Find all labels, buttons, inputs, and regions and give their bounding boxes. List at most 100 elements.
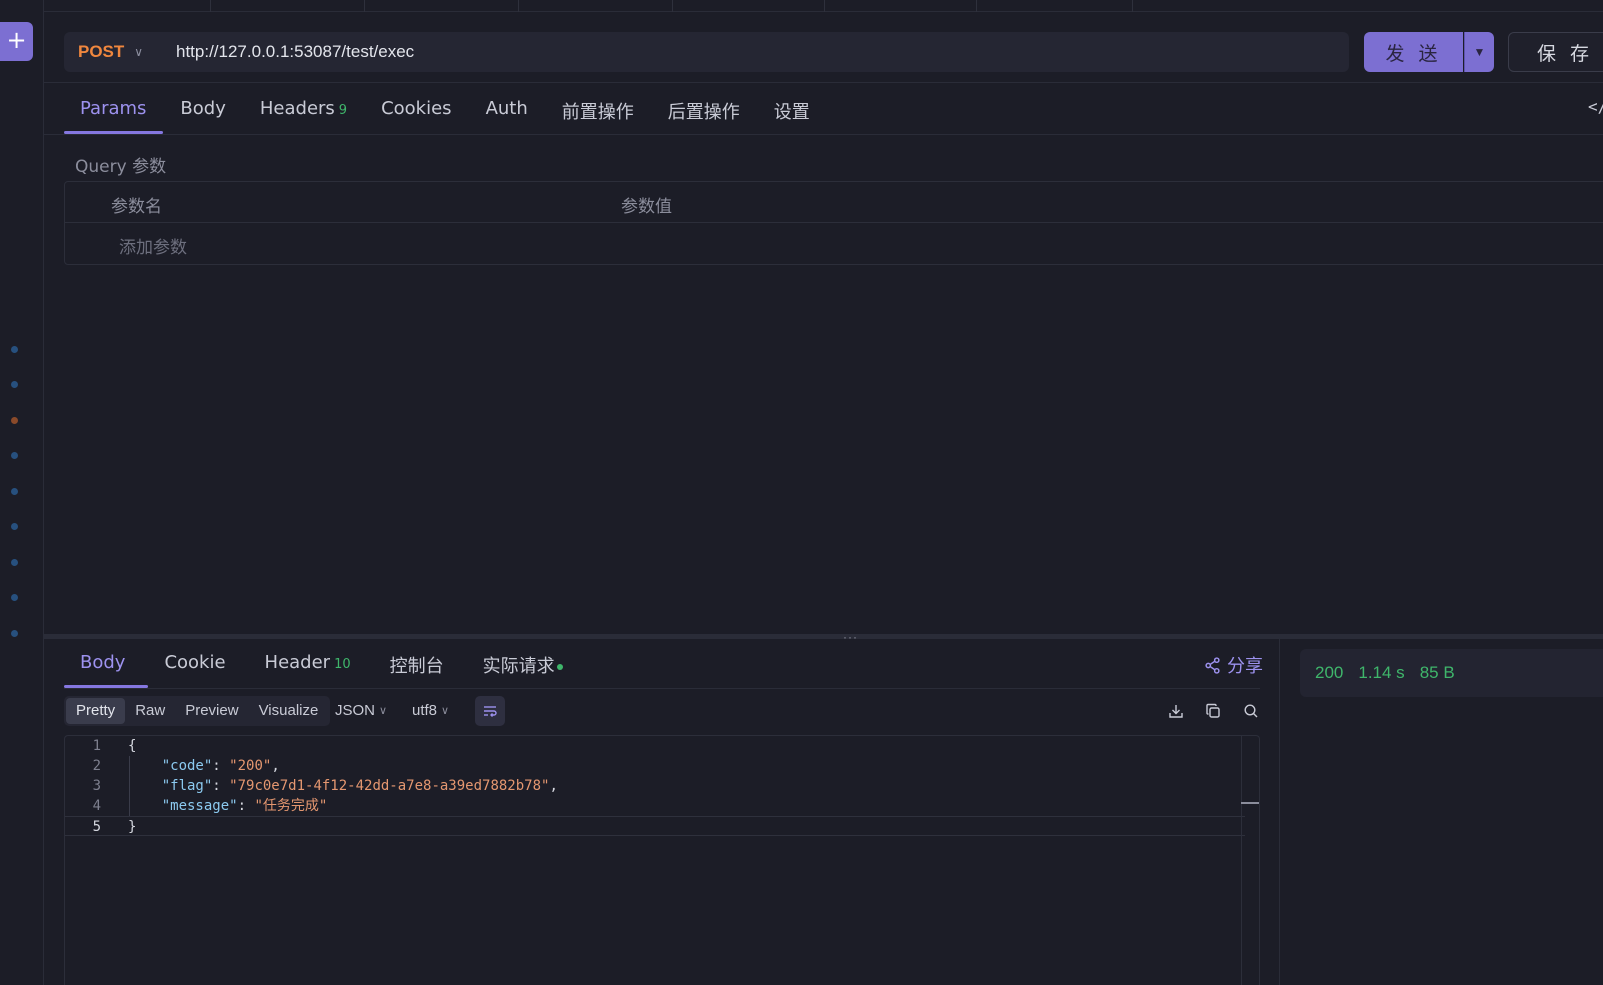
code-text: {	[128, 738, 137, 754]
tab-separator	[824, 0, 825, 12]
format-mode-group: Pretty Raw Preview Visualize	[64, 696, 331, 726]
code-line: 1 {	[65, 736, 1245, 756]
tab-post-ops[interactable]: 后置操作	[651, 92, 757, 134]
search-icon[interactable]	[1240, 700, 1262, 722]
add-plus-icon[interactable]: +	[0, 22, 33, 61]
json-key: "message"	[161, 798, 238, 814]
code-line: 3 "flag": "79c0e7d1-4f12-42dd-a7e8-a39ed…	[65, 776, 1245, 796]
tab-label: Body	[80, 652, 126, 673]
tab-actual-request[interactable]: 实际请求	[467, 646, 586, 688]
response-body-viewer[interactable]: 1 { 2 "code": "200", 3 "flag": "79c0e7d1…	[64, 735, 1260, 985]
tab-label: 实际请求	[482, 656, 555, 677]
json-value: "200"	[229, 758, 272, 774]
word-wrap-icon	[484, 706, 497, 717]
json-value: "任务完成"	[254, 798, 328, 814]
save-button[interactable]: 保 存	[1508, 32, 1603, 72]
format-preview-button[interactable]: Preview	[175, 698, 248, 724]
tab-separator	[364, 0, 365, 12]
tab-label: Cookie	[164, 652, 226, 673]
rail-dot-icon[interactable]	[11, 452, 18, 459]
rail-dot-icon[interactable]	[11, 630, 18, 637]
tab-response-header[interactable]: Header 10	[249, 646, 374, 688]
left-rail: +	[0, 0, 44, 985]
drag-handle-icon[interactable]: ···	[843, 630, 858, 644]
tab-label: 后置操作	[667, 102, 740, 123]
url-bar: POST ∨ http://127.0.0.1:53087/test/exec	[64, 32, 1349, 72]
download-icon[interactable]	[1165, 700, 1187, 722]
method-label: POST	[78, 42, 125, 61]
tab-response-cookie[interactable]: Cookie	[148, 646, 248, 688]
tab-settings[interactable]: 设置	[757, 92, 827, 134]
divider	[1279, 639, 1280, 985]
share-button[interactable]: 分享	[1204, 652, 1263, 678]
code-line: 4 "message": "任务完成"	[65, 796, 1245, 816]
share-icon	[1205, 656, 1220, 674]
response-size: 85 B	[1419, 663, 1455, 682]
response-tabs: Body Cookie Header 10 控制台 实际请求	[64, 646, 586, 688]
rail-dot-icon[interactable]	[11, 417, 18, 424]
tab-pre-ops[interactable]: 前置操作	[545, 92, 651, 134]
json-comma: ,	[549, 778, 558, 794]
tab-console[interactable]: 控制台	[374, 646, 467, 688]
word-wrap-button[interactable]	[475, 696, 505, 726]
param-value-header: 参数值	[621, 197, 672, 217]
query-params-title: Query 参数	[75, 157, 167, 177]
json-key: "flag"	[161, 778, 213, 794]
chevron-down-icon: ∨	[134, 45, 144, 59]
format-pretty-button[interactable]: Pretty	[66, 698, 126, 724]
status-code: 200	[1315, 663, 1344, 682]
line-number: 2	[92, 758, 101, 774]
format-visualize-button[interactable]: Visualize	[249, 698, 329, 724]
share-label: 分享	[1227, 656, 1263, 677]
top-tab-strip	[44, 0, 1603, 12]
tab-label: 前置操作	[561, 102, 634, 123]
line-number: 5	[92, 819, 101, 835]
line-number: 4	[92, 798, 101, 814]
tab-label: Auth	[485, 98, 528, 119]
divider	[44, 134, 1603, 135]
language-select[interactable]: JSON ∨	[335, 702, 387, 719]
tab-label: Body	[180, 98, 226, 119]
encoding-select[interactable]: utf8 ∨	[412, 702, 449, 719]
tab-body[interactable]: Body	[163, 92, 242, 134]
divider	[64, 688, 1260, 689]
params-table: 参数名 参数值 添加参数	[64, 181, 1603, 265]
tab-separator	[672, 0, 673, 12]
tab-label: Cookies	[381, 98, 452, 119]
panel-splitter[interactable]	[44, 634, 1603, 639]
code-text: "code": "200",	[161, 758, 280, 774]
tab-separator	[976, 0, 977, 12]
tab-label: 控制台	[389, 656, 444, 677]
format-raw-button[interactable]: Raw	[125, 698, 175, 724]
scrollbar-track[interactable]	[1241, 736, 1242, 985]
json-value: "79c0e7d1-4f12-42dd-a7e8-a39ed7882b78"	[229, 778, 550, 794]
rail-dot-icon[interactable]	[11, 523, 18, 530]
method-select[interactable]: POST ∨	[64, 42, 164, 62]
count-badge: 9	[338, 103, 348, 118]
code-text: "flag": "79c0e7d1-4f12-42dd-a7e8-a39ed78…	[161, 778, 558, 794]
tab-headers[interactable]: Headers 9	[243, 92, 364, 134]
tab-response-body[interactable]: Body	[64, 646, 149, 688]
code-icon[interactable]: </	[1588, 97, 1603, 116]
status-dot-icon	[556, 664, 563, 670]
rail-dot-icon[interactable]	[11, 346, 18, 353]
rail-dot-icon[interactable]	[11, 381, 18, 388]
scrollbar-cursor-marker	[1241, 802, 1259, 804]
tab-label: Params	[80, 98, 147, 119]
rail-dot-icon[interactable]	[11, 559, 18, 566]
url-input[interactable]: http://127.0.0.1:53087/test/exec	[164, 42, 414, 62]
tab-params[interactable]: Params	[64, 92, 164, 134]
send-options-chevron-icon[interactable]: ▼	[1464, 32, 1494, 72]
send-button[interactable]: 发 送	[1364, 32, 1463, 72]
rail-dot-icon[interactable]	[11, 594, 18, 601]
json-key: "code"	[161, 758, 213, 774]
code-line-current: 5 }	[65, 816, 1245, 836]
tab-auth[interactable]: Auth	[469, 92, 545, 134]
tab-label: Headers	[259, 98, 335, 119]
copy-icon[interactable]	[1202, 700, 1224, 722]
add-param-input[interactable]: 添加参数	[119, 233, 187, 258]
tab-cookies[interactable]: Cookies	[364, 92, 468, 134]
tab-label: Header	[264, 652, 331, 673]
encoding-label: utf8	[412, 702, 438, 719]
rail-dot-icon[interactable]	[11, 488, 18, 495]
